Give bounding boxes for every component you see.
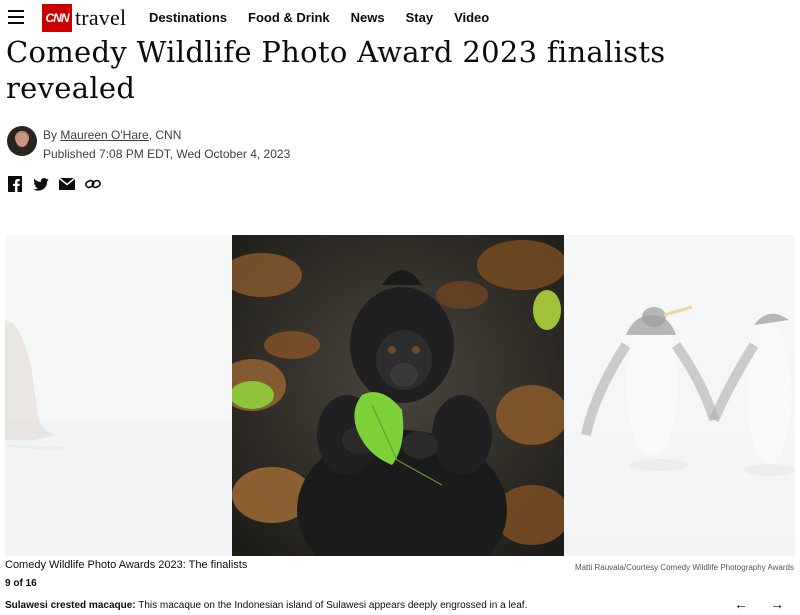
article-headline: Comedy Wildlife Photo Award 2023 finalis… bbox=[6, 35, 666, 105]
travel-wordmark: travel bbox=[75, 5, 127, 30]
slide-caption-text: This macaque on the Indonesian island of… bbox=[135, 600, 528, 611]
byline: By Maureen O'Hare, CNN bbox=[43, 128, 181, 142]
slide-counter: 9 of 16 bbox=[5, 578, 37, 589]
email-icon[interactable] bbox=[59, 176, 75, 192]
slide-caption: Sulawesi crested macaque: This macaque o… bbox=[5, 600, 705, 611]
facebook-icon[interactable] bbox=[7, 176, 23, 192]
nav-link-food-drink[interactable]: Food & Drink bbox=[248, 10, 330, 25]
twitter-icon[interactable] bbox=[33, 176, 49, 192]
author-link[interactable]: Maureen O'Hare bbox=[60, 128, 148, 142]
byline-prefix: By bbox=[43, 128, 61, 142]
link-icon[interactable] bbox=[85, 176, 101, 192]
nav-link-news[interactable]: News bbox=[351, 10, 385, 25]
photo-gallery[interactable] bbox=[5, 235, 795, 556]
previous-slide-overlay bbox=[5, 235, 232, 556]
published-timestamp: Published 7:08 PM EDT, Wed October 4, 20… bbox=[43, 147, 291, 161]
top-navigation: CNN travel Destinations Food & Drink New… bbox=[0, 0, 800, 36]
photo-credit: Matti Rauvala/Courtesy Comedy Wildlife P… bbox=[574, 563, 794, 572]
cnn-logo-box: CNN bbox=[42, 4, 72, 32]
next-slide-overlay bbox=[564, 235, 795, 556]
previous-arrow-icon[interactable]: ← bbox=[734, 596, 748, 612]
nav-link-video[interactable]: Video bbox=[454, 10, 489, 25]
gallery-title: Comedy Wildlife Photo Awards 2023: The f… bbox=[5, 559, 248, 571]
share-bar bbox=[7, 176, 101, 192]
hamburger-menu-icon[interactable] bbox=[8, 10, 24, 24]
nav-link-stay[interactable]: Stay bbox=[406, 10, 433, 25]
cnn-travel-logo[interactable]: CNN travel bbox=[42, 4, 126, 32]
byline-suffix: , CNN bbox=[148, 128, 182, 142]
nav-links: Destinations Food & Drink News Stay Vide… bbox=[149, 10, 510, 25]
nav-link-destinations[interactable]: Destinations bbox=[149, 10, 227, 25]
author-avatar[interactable] bbox=[7, 126, 37, 156]
slide-caption-title: Sulawesi crested macaque: bbox=[5, 600, 136, 611]
current-slide-image-macaque[interactable] bbox=[232, 235, 564, 556]
next-arrow-icon[interactable]: → bbox=[770, 596, 784, 612]
